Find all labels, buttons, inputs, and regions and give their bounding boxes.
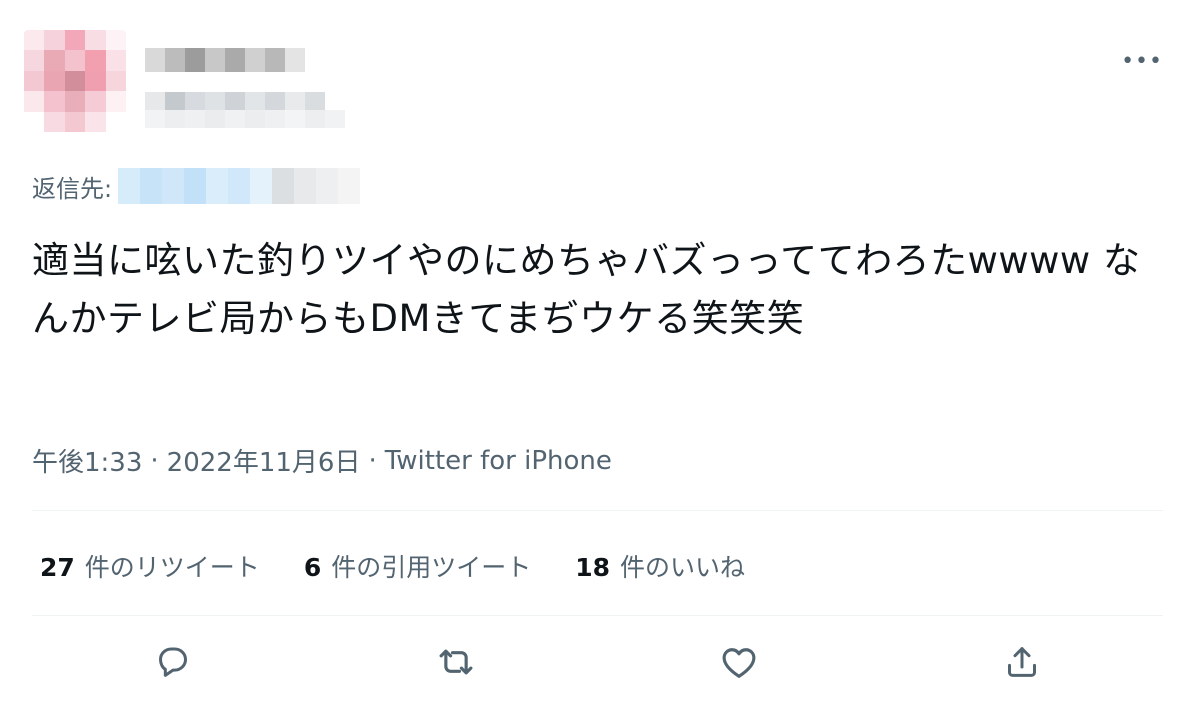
likes-label: 件のいいね <box>620 553 746 582</box>
divider <box>32 615 1163 616</box>
tweet-text: 適当に呟いた釣りツイやのにめちゃバズっっててわろたwwww なんかテレビ局からも… <box>32 239 1141 340</box>
tweet-meta: 午後1:33 · 2022年11月6日 · Twitter for iPhone <box>32 442 612 479</box>
action-bar <box>0 640 1197 690</box>
reply-icon[interactable] <box>151 640 195 684</box>
tweet-date[interactable]: 2022年11月6日 <box>167 442 361 479</box>
likes-count: 18 <box>575 553 611 582</box>
quotes-label: 件の引用ツイート <box>331 553 532 582</box>
tweet-source[interactable]: Twitter for iPhone <box>385 446 612 476</box>
divider <box>32 510 1163 511</box>
retweets-count: 27 <box>40 553 75 582</box>
quotes-stat[interactable]: 6 件の引用ツイート <box>304 548 531 584</box>
retweet-icon[interactable] <box>434 640 478 684</box>
user-name-blurred[interactable] <box>145 48 345 128</box>
reply-to-label: 返信先: <box>32 174 113 203</box>
like-icon[interactable] <box>717 640 761 684</box>
retweets-label: 件のリツイート <box>84 553 260 582</box>
reply-to-line: 返信先: <box>32 168 361 204</box>
quotes-count: 6 <box>303 553 322 582</box>
meta-separator: · <box>150 445 159 476</box>
meta-separator: · <box>368 445 377 476</box>
avatar[interactable] <box>24 30 126 132</box>
tweet-stats: 27 件のリツイート 6 件の引用ツイート 18 件のいいね <box>40 548 789 584</box>
share-icon[interactable] <box>1000 640 1044 684</box>
reply-to-handle-blurred[interactable] <box>118 168 361 204</box>
likes-stat[interactable]: 18 件のいいね <box>575 548 745 584</box>
more-options-icon[interactable]: ••• <box>1121 51 1163 73</box>
retweets-stat[interactable]: 27 件のリツイート <box>40 548 260 584</box>
tweet-time[interactable]: 午後1:33 <box>32 442 142 479</box>
